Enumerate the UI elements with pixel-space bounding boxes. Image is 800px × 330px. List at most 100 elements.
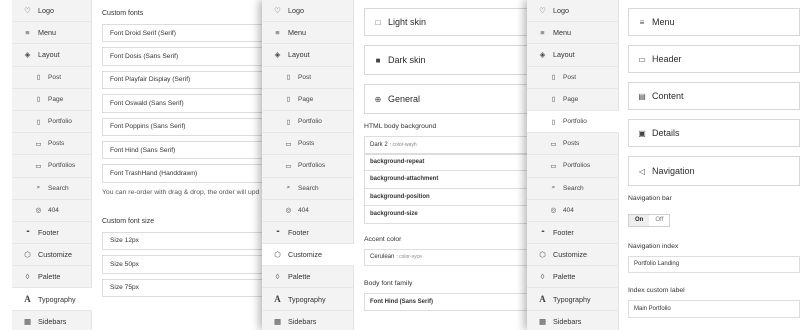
sidebar-item-label: Footer [38, 227, 59, 237]
sidebar-item-404[interactable]: ◎ 404 [12, 200, 91, 222]
typography-panel: Custom fonts Font Droid Serif (Serif) Fon… [92, 0, 282, 330]
sidebar-item-typography[interactable]: A Typography [12, 288, 92, 311]
sidebar-item-palette[interactable]: ◊ Palette [262, 266, 353, 289]
nav-bar-toggle[interactable]: On Off [628, 213, 671, 227]
customize-screen: ♡ Logo ≡ Menu ◈ Layout ▯ Post ▯ Page ▯ Portfolio ▭ Po… [262, 0, 556, 330]
font-list-item[interactable]: Font Droid Serif (Serif) [102, 24, 282, 43]
cube-icon: ⬡ [24, 250, 31, 260]
sidebar-item-palette[interactable]: ◊ Palette [527, 266, 618, 289]
sidebar-item-search[interactable]: ⌕ Search [262, 178, 353, 200]
toggle-off[interactable]: Off [649, 215, 669, 226]
sidebar-item-footer[interactable]: ••• Footer [262, 222, 353, 245]
font-list-item[interactable]: Font TrashHand (Handdrawn) [102, 164, 282, 183]
sidebar-item-footer[interactable]: ••• Footer [12, 222, 91, 245]
sidebar-item-label: Palette [38, 272, 61, 282]
heart-icon: ♡ [24, 6, 31, 16]
sidebar-item-layout[interactable]: ◈ Layout [527, 44, 618, 67]
sidebar-item-label: Palette [288, 272, 311, 282]
sidebar-item-logo[interactable]: ♡ Logo [527, 0, 618, 23]
sidebar-item-typography[interactable]: A Typography [262, 288, 353, 311]
panel-label: Navigation [652, 166, 695, 176]
sidebar-item-label: Page [298, 95, 314, 103]
index-custom-input[interactable]: Main Portfolio [628, 300, 800, 318]
font-list-item[interactable]: Font Hind (Sans Serif) [102, 140, 282, 160]
nav-index-label: Navigation index [628, 242, 679, 250]
sidebar-item-typography[interactable]: A Typography [527, 288, 618, 311]
sidebar-item-logo[interactable]: ♡ Logo [12, 0, 91, 23]
grid-icon: ▦ [273, 316, 282, 326]
sidebar-item-sidebars[interactable]: ▦ Sidebars [262, 311, 353, 330]
sidebar-item-customize[interactable]: ⬡ Customize [12, 244, 91, 267]
sidebar-item-posts[interactable]: ▭ Posts [262, 133, 353, 156]
sidebar-item-customize[interactable]: ⬡ Customize [262, 244, 354, 267]
sidebar-item-label: Post [563, 73, 577, 81]
sidebar-item-portfolios[interactable]: ▭ Portfolios [262, 155, 353, 178]
font-list-item[interactable]: Font Poppins (Sans Serif) [102, 117, 282, 136]
sidebar-item-palette[interactable]: ◊ Palette [12, 266, 91, 289]
nav-index-select[interactable]: Portfolio Landing [628, 255, 800, 273]
sidebar-item-menu[interactable]: ≡ Menu [262, 22, 353, 45]
sidebar-item-portfolio[interactable]: ▯ Portfolio [12, 111, 91, 134]
sidebar-item-sidebars[interactable]: ▦ Sidebars [527, 311, 618, 330]
sidebar-item-layout[interactable]: ◈ Layout [262, 44, 353, 67]
sidebar-item-posts[interactable]: ▭ Posts [527, 133, 618, 156]
sidebar-item-label: 404 [298, 206, 309, 214]
menu-icon: ≡ [275, 28, 280, 38]
sidebar-item-label: Footer [288, 227, 309, 237]
sidebar-item-label: Page [563, 95, 579, 103]
sidebar-item-label: Posts [563, 140, 580, 148]
sidebar-item-portfolio[interactable]: ▯ Portfolio [527, 110, 619, 134]
page-icon: ▯ [286, 118, 291, 126]
accent-value: Cerulean [370, 254, 395, 261]
sidebar-item-sidebars[interactable]: ▦ Sidebars [12, 311, 91, 330]
sidebar-item-posts[interactable]: ▭ Posts [12, 133, 91, 156]
sidebar-item-404[interactable]: ◎ 404 [262, 200, 353, 222]
sidebar-item-menu[interactable]: ≡ Menu [12, 22, 91, 45]
font-list-item[interactable]: Font Dosis (Sans Serif) [102, 47, 282, 66]
sidebar-item-post[interactable]: ▯ Post [527, 67, 618, 89]
sidebar-item-search[interactable]: ⌕ Search [527, 178, 618, 200]
sidebar-item-customize[interactable]: ⬡ Customize [527, 244, 618, 267]
page-icon: ▯ [551, 74, 556, 82]
sidebar-item-logo[interactable]: ♡ Logo [262, 0, 353, 23]
sidebar-item-label: Portfolios [563, 162, 591, 170]
font-list-item[interactable]: Font Oswald (Sans Serif) [102, 94, 282, 113]
heart-icon: ♡ [539, 6, 546, 16]
navigation-icon: ◁ [638, 166, 646, 176]
panel-menu[interactable]: ≡ Menu [628, 8, 800, 36]
bg-color-value: Dark 2 [370, 141, 388, 148]
dots-icon: ••• [276, 229, 279, 236]
sidebar-item-label: Logo [288, 6, 304, 16]
panel-content[interactable]: ▤ Content [628, 82, 800, 110]
square-outline-icon: □ [375, 17, 381, 27]
font-size-item[interactable]: Size 50px [102, 255, 282, 274]
font-list-item[interactable]: Font Playfair Display (Serif) [102, 70, 282, 90]
sidebar-item-portfolios[interactable]: ▭ Portfolios [12, 155, 91, 178]
target-icon: ◎ [550, 207, 557, 215]
panel-navigation[interactable]: ◁ Navigation [628, 156, 800, 186]
sidebar-item-label: Menu [553, 28, 571, 38]
panel-label: Details [652, 128, 680, 138]
menu-icon: ≡ [639, 17, 645, 27]
sidebar-item-page[interactable]: ▯ Page [527, 89, 618, 111]
sidebar-item-layout[interactable]: ◈ Layout [12, 44, 91, 67]
sidebar-item-404[interactable]: ◎ 404 [527, 200, 618, 222]
type-icon: A [539, 294, 546, 305]
sidebar-item-page[interactable]: ▯ Page [262, 89, 353, 111]
heart-icon: ♡ [274, 6, 281, 16]
sidebar-item-portfolio[interactable]: ▯ Portfolio [262, 111, 353, 134]
font-size-item[interactable]: Size 75px [102, 278, 282, 297]
sidebar-item-search[interactable]: ⌕ Search [12, 178, 91, 200]
toggle-on[interactable]: On [629, 214, 650, 226]
sidebar-item-label: Footer [553, 227, 574, 237]
sidebar-item-post[interactable]: ▯ Post [262, 67, 353, 89]
font-size-item[interactable]: Size 12px [102, 231, 282, 251]
sidebar-item-menu[interactable]: ≡ Menu [527, 22, 618, 45]
panel-header[interactable]: ▭ Header [628, 45, 800, 73]
sidebar-item-label: Search [298, 184, 319, 192]
sidebar-item-portfolios[interactable]: ▭ Portfolios [527, 155, 618, 178]
sidebar-item-page[interactable]: ▯ Page [12, 89, 91, 111]
sidebar-item-footer[interactable]: ••• Footer [527, 222, 618, 245]
sidebar-item-post[interactable]: ▯ Post [12, 67, 91, 89]
panel-details[interactable]: ▣ Details [628, 119, 800, 147]
